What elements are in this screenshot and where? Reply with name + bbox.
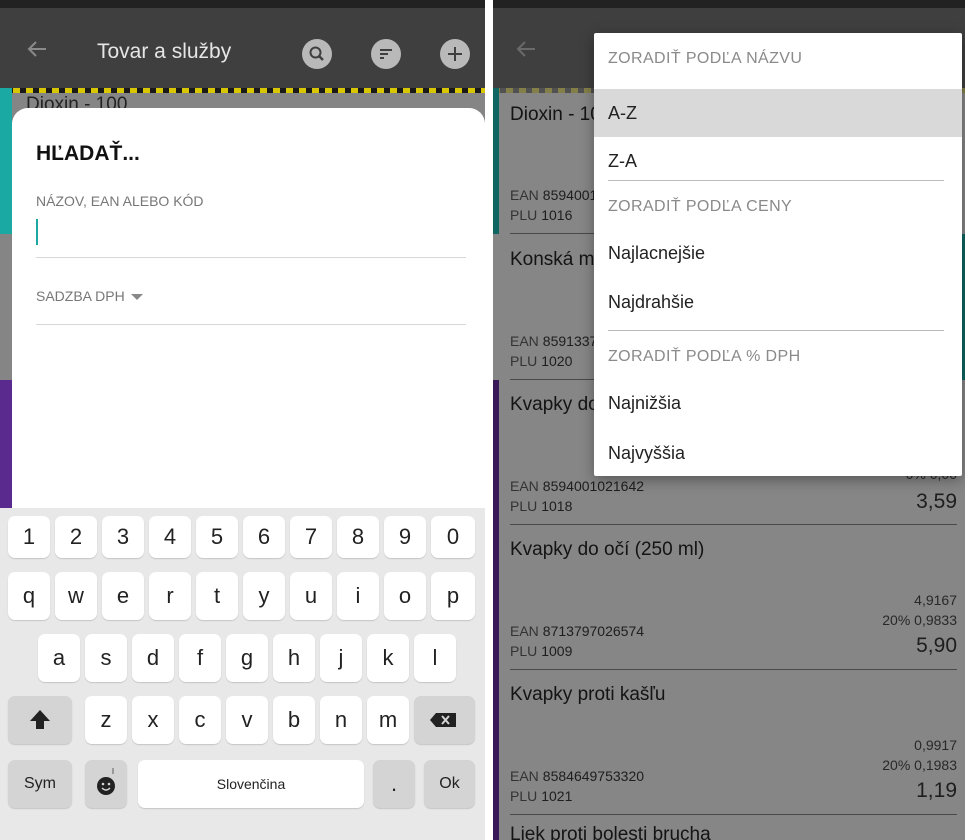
sort-cheapest-option[interactable]: Najlacnejšie <box>594 229 962 277</box>
name-field-label: NÁZOV, EAN ALEBO KÓD <box>36 193 204 209</box>
key-v[interactable]: v <box>226 696 268 744</box>
key-7[interactable]: 7 <box>290 516 332 558</box>
key-d[interactable]: d <box>132 634 174 682</box>
item-accent <box>0 380 12 508</box>
key-5[interactable]: 5 <box>196 516 238 558</box>
vat-rate-label: SADZBA DPH <box>36 288 125 304</box>
page-title: Tovar a služby <box>97 40 232 63</box>
backspace-key[interactable] <box>414 696 475 744</box>
key-u[interactable]: u <box>290 572 332 620</box>
keyboard: 1 2 3 4 5 6 7 8 9 0 q w e r t y u i o p … <box>0 508 485 840</box>
sort-by-name-header: ZORADIŤ PODĽA NÁZVU <box>608 50 803 67</box>
key-m[interactable]: m <box>367 696 409 744</box>
sort-icon <box>380 49 392 59</box>
left-screen: Tovar a služby Dioxin - 100 HĽADAŤ... NÁ… <box>0 0 485 840</box>
backspace-icon <box>430 713 456 727</box>
key-l[interactable]: l <box>414 634 456 682</box>
sort-lowest-vat-option[interactable]: Najnižšia <box>594 379 962 427</box>
status-bar <box>0 0 485 8</box>
name-field-underline <box>36 257 466 258</box>
back-arrow-icon[interactable] <box>22 34 52 64</box>
key-z[interactable]: z <box>85 696 127 744</box>
back-arrow-icon[interactable] <box>511 34 541 64</box>
key-9[interactable]: 9 <box>384 516 426 558</box>
menu-divider <box>608 180 944 181</box>
status-bar <box>493 0 965 8</box>
key-0[interactable]: 0 <box>431 516 475 558</box>
key-t[interactable]: t <box>196 572 238 620</box>
ok-key[interactable]: Ok <box>424 760 475 808</box>
sort-most-expensive-option[interactable]: Najdrahšie <box>594 278 962 326</box>
name-field-input[interactable] <box>36 219 38 245</box>
key-c[interactable]: c <box>179 696 221 744</box>
key-f[interactable]: f <box>179 634 221 682</box>
app-bar: Tovar a služby <box>0 8 485 93</box>
key-s[interactable]: s <box>85 634 127 682</box>
symbols-key[interactable]: Sym <box>8 760 72 808</box>
dialog-title: HĽADAŤ... <box>36 142 140 165</box>
sort-menu: ZORADIŤ PODĽA NÁZVU A-Z Z-A ZORADIŤ PODĽ… <box>594 33 962 476</box>
hazard-stripe <box>0 88 485 93</box>
key-x[interactable]: x <box>132 696 174 744</box>
menu-divider <box>608 330 944 331</box>
shift-icon <box>30 710 50 729</box>
key-b[interactable]: b <box>273 696 315 744</box>
sort-by-price-header: ZORADIŤ PODĽA CENY <box>608 198 793 215</box>
sort-za-option[interactable]: Z-A <box>594 137 962 185</box>
search-button[interactable] <box>302 39 332 69</box>
add-button[interactable] <box>440 39 470 69</box>
key-g[interactable]: g <box>226 634 268 682</box>
key-r[interactable]: r <box>149 572 191 620</box>
key-2[interactable]: 2 <box>55 516 97 558</box>
sort-button[interactable] <box>371 39 401 69</box>
key-6[interactable]: 6 <box>243 516 285 558</box>
key-e[interactable]: e <box>102 572 144 620</box>
dropdown-arrow-icon <box>130 294 143 301</box>
plus-icon <box>448 47 462 61</box>
vat-underline <box>36 324 466 325</box>
key-h[interactable]: h <box>273 634 315 682</box>
key-q[interactable]: q <box>8 572 50 620</box>
key-1[interactable]: 1 <box>8 516 50 558</box>
shift-key[interactable] <box>8 696 72 744</box>
sort-highest-vat-option[interactable]: Najvyššia <box>594 429 962 477</box>
key-i[interactable]: i <box>337 572 379 620</box>
emoji-key[interactable] <box>85 760 127 808</box>
sort-by-vat-header: ZORADIŤ PODĽA % DPH <box>608 348 801 365</box>
key-p[interactable]: p <box>431 572 475 620</box>
search-icon <box>309 46 324 61</box>
space-key[interactable]: Slovenčina <box>138 760 364 808</box>
key-4[interactable]: 4 <box>149 516 191 558</box>
vat-rate-select[interactable]: SADZBA DPH <box>36 288 143 304</box>
key-k[interactable]: k <box>367 634 409 682</box>
emoji-icon <box>97 768 115 795</box>
key-n[interactable]: n <box>320 696 362 744</box>
item-accent <box>0 88 12 234</box>
key-8[interactable]: 8 <box>337 516 379 558</box>
search-dialog: HĽADAŤ... NÁZOV, EAN ALEBO KÓD SADZBA DP… <box>12 108 485 508</box>
key-y[interactable]: y <box>243 572 285 620</box>
key-a[interactable]: a <box>38 634 80 682</box>
key-3[interactable]: 3 <box>102 516 144 558</box>
period-key[interactable]: . <box>373 760 415 808</box>
key-o[interactable]: o <box>384 572 426 620</box>
key-w[interactable]: w <box>55 572 97 620</box>
key-j[interactable]: j <box>320 634 362 682</box>
sort-az-option[interactable]: A-Z <box>594 89 962 137</box>
